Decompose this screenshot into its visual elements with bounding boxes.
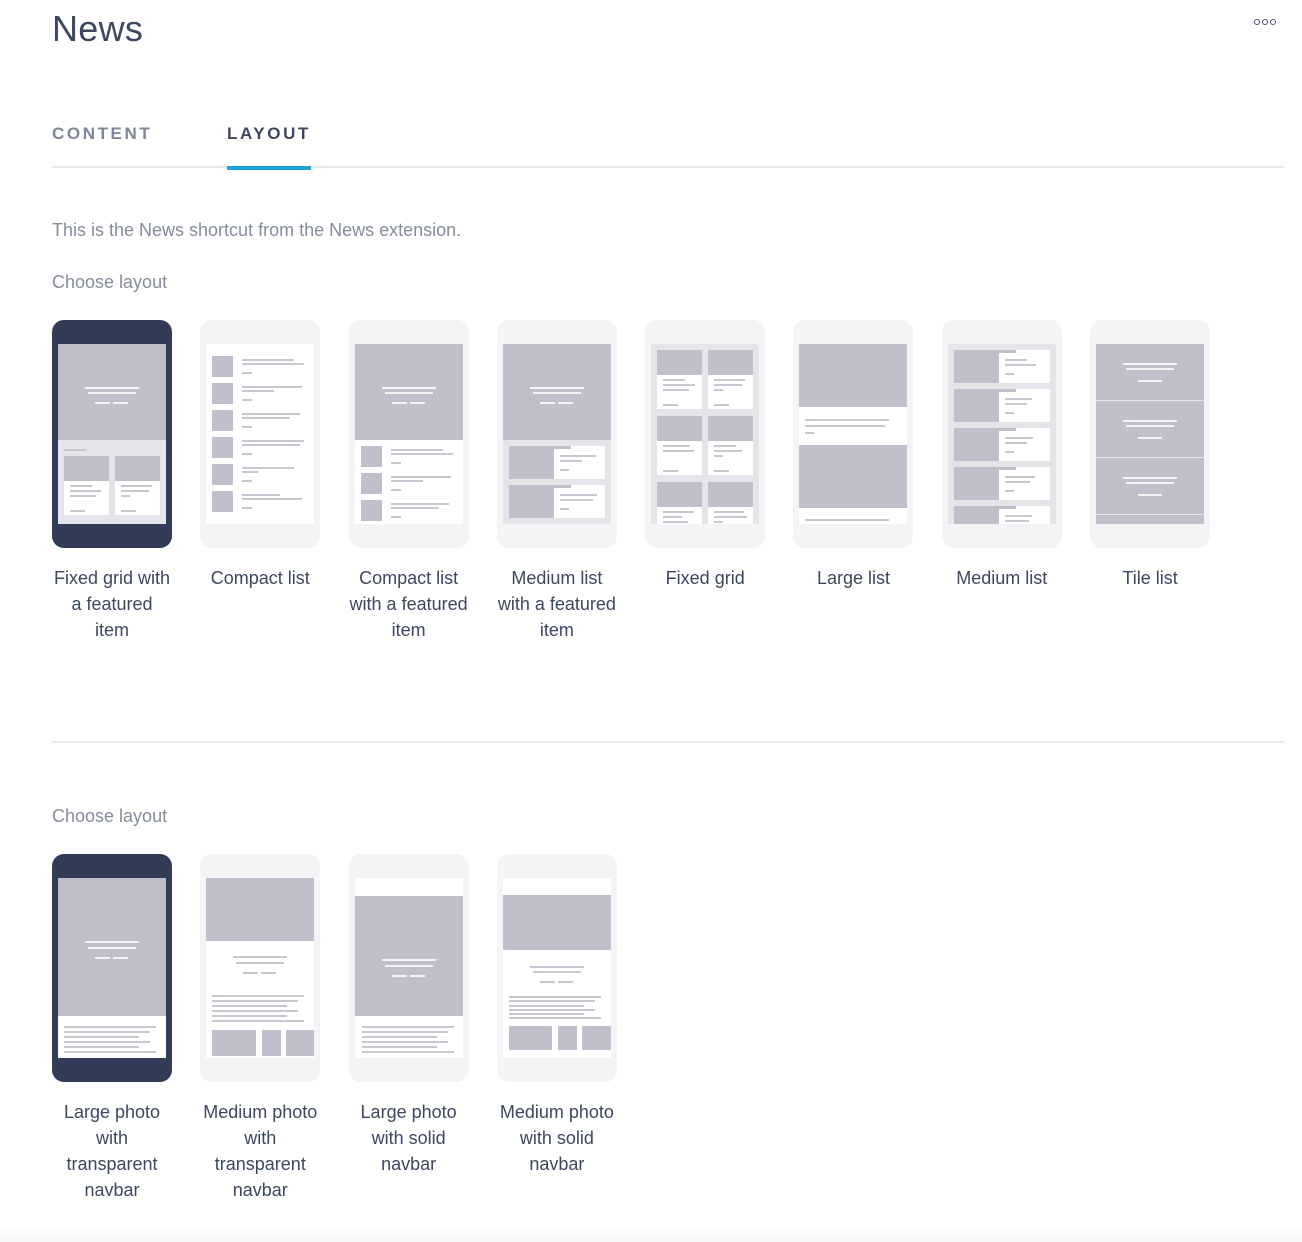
- layout-preview-screen: [799, 344, 908, 524]
- more-horizontal-icon-dot: [1262, 19, 1268, 25]
- layout-option-medium-list[interactable]: Medium list: [941, 320, 1062, 643]
- layout-option-tile-list[interactable]: Tile list: [1090, 320, 1211, 643]
- layout-preview-screen: [354, 878, 463, 1058]
- layout-preview-frame: [793, 320, 914, 548]
- tab-content[interactable]: CONTENT: [52, 124, 152, 168]
- layout-preview-frame: [1090, 320, 1211, 548]
- layout-option-label: Compact list: [210, 568, 310, 588]
- layout-option-label: Large list: [816, 568, 890, 588]
- layout-preview-frame: [645, 320, 766, 548]
- page-title: News: [52, 8, 144, 49]
- layout-preview-frame: [348, 320, 469, 548]
- layout-preview-screen: [58, 878, 166, 1058]
- bottom-edge: [0, 1226, 1302, 1242]
- detail-layout-section-label: Choose layout: [52, 806, 168, 826]
- layout-option-medium-list-featured[interactable]: Medium list with a featured item: [496, 320, 617, 643]
- layout-option-medium-photo-solid[interactable]: Medium photo with solid navbar: [496, 854, 617, 1203]
- layout-preview-frame: [496, 854, 617, 1082]
- layout-preview-screen: [206, 878, 315, 1058]
- layout-preview-screen: [1096, 344, 1205, 524]
- list-layout-options: Fixed grid with a featured item Compact …: [52, 320, 1238, 643]
- more-horizontal-icon: [1254, 19, 1260, 25]
- layout-option-label: Large photo with transparent navbar: [63, 1102, 161, 1200]
- layout-option-medium-photo-transparent[interactable]: Medium photo with transparent navbar: [200, 854, 321, 1203]
- layout-preview-frame: [200, 320, 321, 548]
- layout-preview-screen: [354, 344, 463, 524]
- layout-option-label: Medium list: [956, 568, 1048, 588]
- layout-option-label: Medium list with a featured item: [497, 568, 616, 640]
- layout-option-label: Large photo with solid navbar: [360, 1102, 457, 1174]
- layout-preview-frame: [941, 320, 1062, 548]
- layout-preview-screen: [206, 344, 315, 524]
- layout-preview-screen: [947, 344, 1056, 524]
- tab-bar: CONTENT LAYOUT: [52, 120, 1284, 170]
- layout-preview-frame: [348, 854, 469, 1082]
- layout-option-fixed-grid[interactable]: Fixed grid: [645, 320, 766, 643]
- layout-option-fixed-grid-featured[interactable]: Fixed grid with a featured item: [52, 320, 172, 643]
- layout-option-label: Fixed grid with a featured item: [53, 568, 171, 640]
- layout-option-large-photo-solid[interactable]: Large photo with solid navbar: [348, 854, 469, 1203]
- tab-layout[interactable]: LAYOUT: [227, 124, 311, 170]
- layout-preview-frame: [52, 854, 172, 1082]
- description-text: This is the News shortcut from the News …: [52, 220, 462, 240]
- more-horizontal-icon-dot: [1270, 19, 1276, 25]
- detail-layout-options: Large photo with transparent navbar Medi…: [52, 854, 645, 1203]
- layout-option-label: Medium photo with solid navbar: [499, 1102, 614, 1174]
- layout-preview-screen: [58, 344, 166, 524]
- layout-option-label: Compact list with a featured item: [349, 568, 468, 640]
- layout-preview-screen: [502, 344, 611, 524]
- layout-preview-screen: [502, 878, 611, 1058]
- layout-option-compact-list-featured[interactable]: Compact list with a featured item: [348, 320, 469, 643]
- list-layout-section-label: Choose layout: [52, 272, 168, 292]
- layout-option-label: Fixed grid: [665, 568, 745, 588]
- layout-option-label: Medium photo with transparent navbar: [203, 1102, 318, 1200]
- more-options-button[interactable]: [1254, 19, 1276, 25]
- layout-preview-screen: [651, 344, 760, 524]
- layout-preview-frame: [496, 320, 617, 548]
- layout-option-label: Tile list: [1122, 568, 1178, 588]
- layout-preview-frame: [52, 320, 172, 548]
- section-divider: [52, 741, 1284, 743]
- layout-option-compact-list[interactable]: Compact list: [200, 320, 321, 643]
- layout-preview-frame: [200, 854, 321, 1082]
- layout-option-large-photo-transparent[interactable]: Large photo with transparent navbar: [52, 854, 172, 1203]
- layout-option-large-list[interactable]: Large list: [793, 320, 914, 643]
